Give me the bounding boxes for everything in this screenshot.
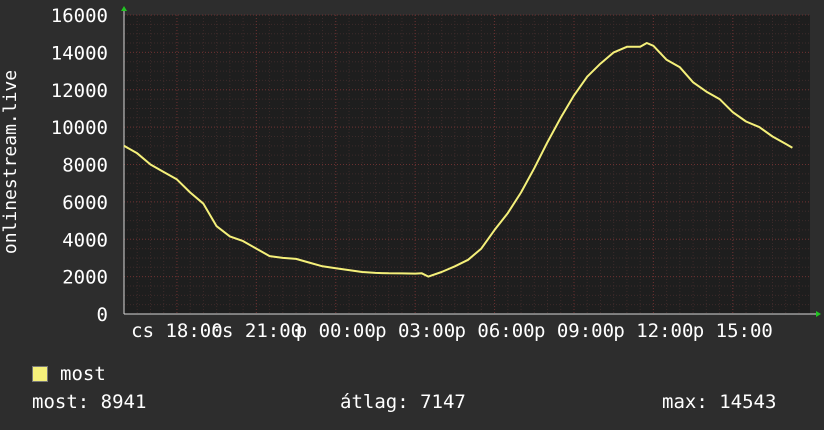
y-tick-label: 0 [97, 304, 108, 326]
x-tick-label: p 15:00 [693, 320, 773, 342]
legend: most [32, 362, 106, 386]
x-tick-label: cs 18:00 [131, 320, 223, 342]
legend-swatch [32, 366, 48, 382]
x-tick-label: p 00:00 [296, 320, 376, 342]
y-axis-label: onlinestream.live [0, 69, 21, 255]
x-tick-label: p 03:00 [375, 320, 455, 342]
y-tick-label: 8000 [62, 155, 108, 177]
y-tick-label: 14000 [51, 42, 108, 64]
stat-average: átlag: 7147 [340, 391, 466, 413]
stat-max: max: 14543 [662, 391, 777, 413]
y-tick-label: 2000 [62, 267, 108, 289]
y-tick-label: 16000 [51, 5, 108, 27]
y-tick-label: 10000 [51, 117, 108, 139]
stat-current: most: 8941 [32, 391, 147, 413]
y-axis-arrow [121, 6, 127, 11]
x-tick-label: cs 21:00 [211, 320, 303, 342]
line-chart: 0 2000 4000 6000 8000 10000 12000 14000 16000 cs … [51, 5, 821, 342]
x-axis-arrow [816, 311, 821, 317]
x-tick-label: p 12:00 [613, 320, 693, 342]
x-tick-label: p 09:00 [534, 320, 614, 342]
y-tick-label: 4000 [62, 229, 108, 251]
y-tick-label: 6000 [62, 192, 108, 214]
legend-label: most [60, 363, 106, 385]
y-tick-label: 12000 [51, 80, 108, 102]
x-tick-label: p 06:00 [455, 320, 535, 342]
